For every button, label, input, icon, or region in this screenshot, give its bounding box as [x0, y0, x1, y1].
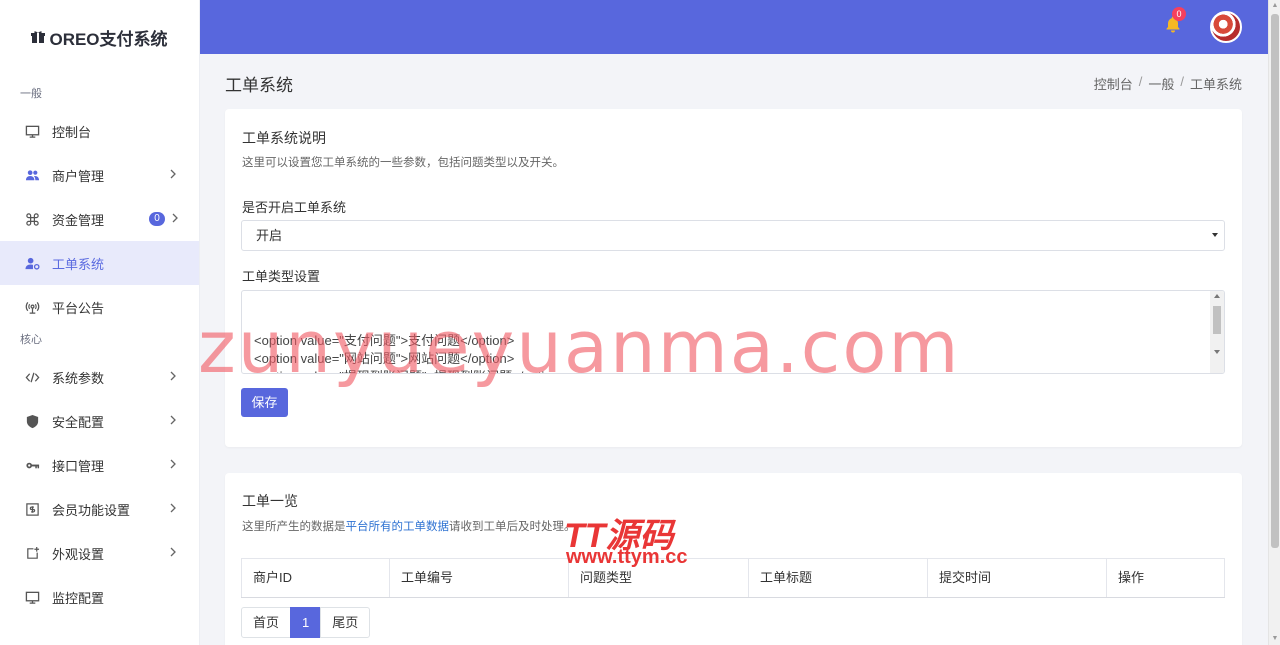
table-divider	[241, 597, 1225, 598]
sidebar-item-merchants[interactable]: 商户管理	[0, 153, 199, 197]
enable-ticket-select[interactable]: 开启	[241, 220, 1225, 251]
sidebar-item-label: 系统参数	[52, 370, 105, 386]
code-icon	[24, 369, 40, 385]
shield-icon	[24, 413, 40, 429]
chevron-right-icon	[167, 458, 177, 472]
settings-card-description: 这里可以设置您工单系统的一些参数，包括问题类型以及开关。	[242, 157, 564, 169]
page-title: 工单系统	[225, 76, 293, 95]
list-card-title: 工单一览	[242, 493, 298, 509]
sidebar-item-system-params[interactable]: 系统参数	[0, 355, 199, 399]
sidebar-item-label: 工单系统	[52, 256, 105, 272]
ticket-settings-card: 工单系统说明 这里可以设置您工单系统的一些参数，包括问题类型以及开关。 是否开启…	[225, 109, 1242, 447]
scroll-down-arrow-icon[interactable]: ▼	[1271, 635, 1279, 643]
caret-down-icon	[1212, 233, 1218, 237]
brand-name: OREO支付系统	[49, 29, 168, 49]
enable-ticket-label: 是否开启工单系统	[242, 200, 347, 215]
ticket-table-header: 商户ID 工单编号 问题类型 工单标题 提交时间 操作	[241, 558, 1225, 598]
page-scrollbar[interactable]: ▲ ▼	[1268, 0, 1280, 645]
sidebar-item-tickets[interactable]: 工单系统	[0, 241, 199, 285]
sidebar-item-funds[interactable]: 资金管理 0	[0, 197, 199, 241]
key-icon	[24, 457, 40, 473]
breadcrumb: 控制台 / 一般 / 工单系统	[1094, 74, 1242, 93]
sidebar: OREO支付系统 一般 控制台 商户管理 资金管理 0 工单系统 平台公告 核心…	[0, 0, 200, 645]
all-tickets-link[interactable]: 平台所有的工单数据	[346, 521, 450, 533]
chevron-right-icon	[171, 212, 178, 226]
gift-icon	[31, 30, 46, 44]
sidebar-item-label: 控制台	[52, 124, 92, 140]
pagination-current-page[interactable]: 1	[290, 607, 322, 638]
sidebar-item-dashboard[interactable]: 控制台	[0, 109, 199, 153]
notification-button[interactable]: 0	[1164, 7, 1186, 36]
funds-count-badge: 0	[149, 212, 165, 226]
pagination-first[interactable]: 首页	[241, 607, 292, 638]
sidebar-item-label: 商户管理	[52, 168, 105, 184]
avatar[interactable]	[1210, 11, 1242, 43]
monitor-icon	[24, 123, 40, 139]
column-header-issue-type: 问题类型	[569, 559, 749, 597]
sidebar-item-label: 监控配置	[52, 590, 105, 606]
column-header-merchant-id: 商户ID	[242, 559, 390, 597]
column-header-actions: 操作	[1118, 570, 1145, 585]
chevron-right-icon	[167, 414, 177, 428]
list-card-description: 这里所产生的数据是平台所有的工单数据请收到工单后及时处理。	[242, 518, 576, 534]
sidebar-item-label: 接口管理	[52, 458, 105, 474]
sidebar-item-label: 资金管理	[52, 212, 105, 228]
ticket-list-card: 工单一览 这里所产生的数据是平台所有的工单数据请收到工单后及时处理。 商户ID …	[225, 473, 1242, 645]
column-header-submit-time: 提交时间	[928, 559, 1107, 597]
scroll-thumb[interactable]	[1271, 14, 1279, 548]
sidebar-item-announcements[interactable]: 平台公告	[0, 285, 199, 329]
broadcast-icon	[24, 299, 40, 315]
settings-card-title: 工单系统说明	[242, 130, 326, 146]
topbar: 0	[200, 0, 1268, 54]
save-button[interactable]: 保存	[241, 388, 288, 417]
chevron-right-icon	[167, 370, 177, 384]
column-header-ticket-title: 工单标题	[749, 559, 928, 597]
user-settings-icon	[24, 255, 40, 271]
users-icon	[24, 167, 40, 183]
section-label-general: 一般	[20, 88, 42, 100]
pagination-last[interactable]: 尾页	[320, 607, 371, 638]
sidebar-item-api[interactable]: 接口管理	[0, 443, 199, 487]
scroll-up-arrow-icon[interactable]: ▲	[1271, 2, 1279, 10]
dollar-box-icon	[24, 501, 40, 517]
breadcrumb-separator: /	[1138, 74, 1143, 89]
brand-logo[interactable]: OREO支付系统	[0, 0, 199, 74]
bell-icon	[1164, 16, 1182, 36]
breadcrumb-link-general[interactable]: 一般	[1148, 74, 1174, 93]
ticket-types-textarea[interactable]: <option value="支付问题">支付问题</option> <opti…	[241, 290, 1225, 374]
section-label-core: 核心	[20, 334, 42, 346]
sidebar-item-appearance[interactable]: 外观设置	[0, 531, 199, 575]
breadcrumb-separator: /	[1180, 74, 1184, 89]
chevron-right-icon	[167, 502, 177, 516]
breadcrumb-current: 工单系统	[1189, 77, 1242, 92]
sidebar-item-label: 安全配置	[52, 414, 105, 430]
enable-ticket-select-value: 开启	[256, 228, 283, 243]
list-desc-suffix: 请收到工单后及时处理。	[449, 521, 576, 533]
ticket-types-textarea-content: <option value="支付问题">支付问题</option> <opti…	[254, 332, 566, 373]
sidebar-item-label: 外观设置	[52, 546, 105, 562]
list-desc-prefix: 这里所产生的数据是	[242, 521, 346, 533]
chevron-right-icon	[167, 168, 177, 182]
command-icon	[24, 211, 40, 227]
textarea-scrollbar[interactable]	[1210, 291, 1224, 373]
sidebar-item-member-features[interactable]: 会员功能设置	[0, 487, 199, 531]
sidebar-item-monitoring[interactable]: 监控配置	[0, 575, 199, 619]
monitor-icon	[24, 589, 40, 605]
pagination: 首页 1 尾页	[241, 607, 371, 638]
ticket-types-label: 工单类型设置	[242, 269, 321, 284]
chevron-right-icon	[167, 546, 177, 560]
sidebar-item-label: 会员功能设置	[52, 502, 131, 518]
sidebar-item-label: 平台公告	[52, 300, 105, 316]
add-box-icon	[24, 545, 40, 561]
column-header-ticket-number: 工单编号	[390, 559, 569, 597]
notification-count-badge: 0	[1172, 7, 1186, 21]
breadcrumb-link-dashboard[interactable]: 控制台	[1094, 74, 1133, 93]
sidebar-item-security[interactable]: 安全配置	[0, 399, 199, 443]
